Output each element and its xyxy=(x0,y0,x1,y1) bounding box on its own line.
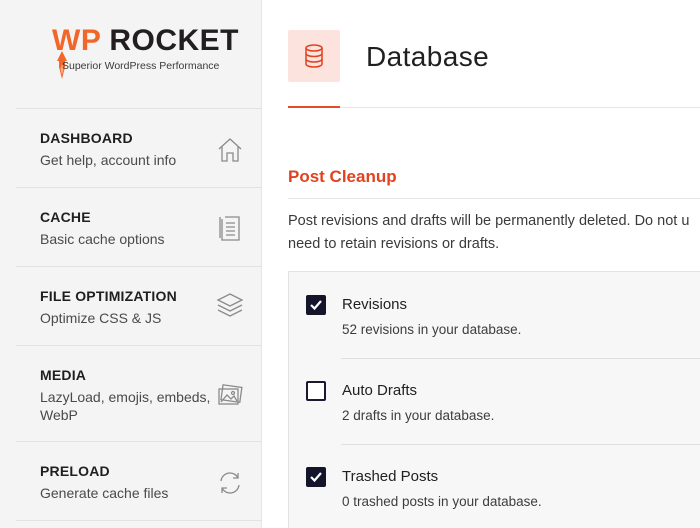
trashed-posts-desc: 0 trashed posts in your database. xyxy=(342,494,542,509)
post-cleanup-options: Revisions 52 revisions in your database.… xyxy=(288,271,700,528)
sidebar: WP ROCKET Superior WordPress Performance … xyxy=(0,0,262,528)
sidebar-nav: DASHBOARD Get help, account info CACHE B… xyxy=(16,108,262,521)
sidebar-item-desc: Basic cache options xyxy=(40,231,165,247)
option-divider xyxy=(341,444,700,445)
sidebar-divider xyxy=(16,520,262,521)
sidebar-item-title: FILE OPTIMIZATION xyxy=(40,288,177,304)
section-description-line: Post revisions and drafts will be perman… xyxy=(288,213,690,229)
trashed-posts-checkbox[interactable] xyxy=(306,467,326,487)
document-icon xyxy=(216,214,244,242)
sidebar-item-title: CACHE xyxy=(40,209,91,225)
sidebar-item-cache[interactable]: CACHE Basic cache options xyxy=(16,187,262,266)
sidebar-item-desc: Optimize CSS & JS xyxy=(40,310,162,326)
section-divider xyxy=(288,198,700,199)
auto-drafts-checkbox[interactable] xyxy=(306,381,326,401)
sidebar-item-desc: LazyLoad, emojis, embeds, WebP xyxy=(40,389,211,423)
database-icon xyxy=(305,44,323,68)
sidebar-item-media[interactable]: MEDIA LazyLoad, emojis, embeds, WebP xyxy=(16,345,262,441)
revisions-label[interactable]: Revisions xyxy=(342,296,407,313)
layers-icon xyxy=(216,291,244,319)
auto-drafts-label[interactable]: Auto Drafts xyxy=(342,382,417,399)
database-icon-badge xyxy=(288,30,340,82)
checkmark-icon xyxy=(310,300,322,311)
home-icon xyxy=(216,136,244,164)
option-divider xyxy=(341,358,700,359)
wp-rocket-logo[interactable]: WP ROCKET Superior WordPress Performance xyxy=(48,24,239,80)
header-divider xyxy=(288,107,700,108)
sidebar-item-title: DASHBOARD xyxy=(40,130,133,146)
header-accent-bar xyxy=(288,106,340,108)
sidebar-item-preload[interactable]: PRELOAD Generate cache files xyxy=(16,441,262,520)
revisions-checkbox[interactable] xyxy=(306,295,326,315)
logo-rocket-text: ROCKET xyxy=(109,24,239,57)
section-description: Post revisions and drafts will be perman… xyxy=(288,210,700,256)
sidebar-item-file-optimization[interactable]: FILE OPTIMIZATION Optimize CSS & JS xyxy=(16,266,262,345)
sidebar-item-dashboard[interactable]: DASHBOARD Get help, account info xyxy=(16,108,262,187)
auto-drafts-desc: 2 drafts in your database. xyxy=(342,408,495,423)
sidebar-item-title: PRELOAD xyxy=(40,463,110,479)
page-title: Database xyxy=(366,41,490,72)
checkmark-icon xyxy=(310,472,322,483)
revisions-desc: 52 revisions in your database. xyxy=(342,322,522,337)
sidebar-item-desc: Generate cache files xyxy=(40,485,169,501)
trashed-posts-label[interactable]: Trashed Posts xyxy=(342,468,438,485)
images-icon xyxy=(216,380,244,408)
section-description-line: need to retain revisions or drafts. xyxy=(288,236,500,252)
logo-wordmark: WP ROCKET xyxy=(52,24,239,58)
sidebar-item-desc: Get help, account info xyxy=(40,152,177,168)
section-title-post-cleanup: Post Cleanup xyxy=(288,167,397,186)
refresh-icon xyxy=(216,469,244,497)
sidebar-item-title: MEDIA xyxy=(40,367,87,383)
logo-tagline: Superior WordPress Performance xyxy=(62,60,220,72)
